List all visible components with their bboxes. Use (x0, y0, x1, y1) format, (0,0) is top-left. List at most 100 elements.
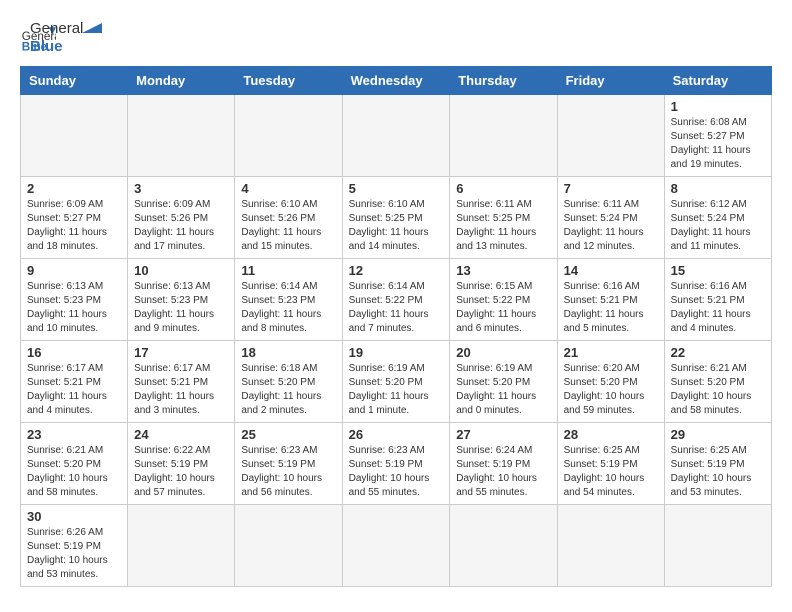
day-number: 3 (134, 181, 228, 196)
day-info: Sunrise: 6:10 AM Sunset: 5:26 PM Dayligh… (241, 198, 335, 254)
calendar-cell: 13 Sunrise: 6:15 AM Sunset: 5:22 PM Dayli… (450, 259, 557, 341)
day-info: Sunrise: 6:13 AM Sunset: 5:23 PM Dayligh… (27, 280, 121, 336)
calendar-cell (128, 505, 235, 587)
day-header-thursday: Thursday (450, 67, 557, 95)
calendar-cell: 10 Sunrise: 6:13 AM Sunset: 5:23 PM Dayli… (128, 259, 235, 341)
calendar-cell (342, 505, 450, 587)
day-info: Sunrise: 6:18 AM Sunset: 5:20 PM Dayligh… (241, 362, 335, 418)
day-info: Sunrise: 6:23 AM Sunset: 5:19 PM Dayligh… (241, 444, 335, 500)
calendar-cell: 4 Sunrise: 6:10 AM Sunset: 5:26 PM Daylig… (235, 177, 342, 259)
day-number: 20 (456, 345, 550, 360)
calendar-cell (450, 95, 557, 177)
day-info: Sunrise: 6:16 AM Sunset: 5:21 PM Dayligh… (671, 280, 765, 336)
day-info: Sunrise: 6:17 AM Sunset: 5:21 PM Dayligh… (134, 362, 228, 418)
calendar-week-0: 1 Sunrise: 6:08 AM Sunset: 5:27 PM Daylig… (21, 95, 772, 177)
calendar-cell (557, 95, 664, 177)
day-info: Sunrise: 6:11 AM Sunset: 5:25 PM Dayligh… (456, 198, 550, 254)
day-header-wednesday: Wednesday (342, 67, 450, 95)
calendar-cell: 5 Sunrise: 6:10 AM Sunset: 5:25 PM Daylig… (342, 177, 450, 259)
logo-blue: Blue (30, 38, 83, 56)
calendar-cell: 23Sunrise: 6:21 AM Sunset: 5:20 PM Dayli… (21, 423, 128, 505)
calendar-cell: 20 Sunrise: 6:19 AM Sunset: 5:20 PM Dayli… (450, 341, 557, 423)
calendar-cell: 22 Sunrise: 6:21 AM Sunset: 5:20 PM Dayli… (664, 341, 771, 423)
day-number: 27 (456, 427, 550, 442)
calendar-cell (450, 505, 557, 587)
day-info: Sunrise: 6:17 AM Sunset: 5:21 PM Dayligh… (27, 362, 121, 418)
calendar-cell: 15 Sunrise: 6:16 AM Sunset: 5:21 PM Dayli… (664, 259, 771, 341)
calendar-cell (664, 505, 771, 587)
day-info: Sunrise: 6:09 AM Sunset: 5:26 PM Dayligh… (134, 198, 228, 254)
day-number: 17 (134, 345, 228, 360)
calendar-week-2: 9Sunrise: 6:13 AM Sunset: 5:23 PM Daylig… (21, 259, 772, 341)
calendar-week-4: 23Sunrise: 6:21 AM Sunset: 5:20 PM Dayli… (21, 423, 772, 505)
calendar-cell: 11 Sunrise: 6:14 AM Sunset: 5:23 PM Dayli… (235, 259, 342, 341)
calendar-cell: 29Sunrise: 6:25 AM Sunset: 5:19 PM Dayli… (664, 423, 771, 505)
day-info: Sunrise: 6:12 AM Sunset: 5:24 PM Dayligh… (671, 198, 765, 254)
day-number: 4 (241, 181, 335, 196)
day-number: 22 (671, 345, 765, 360)
day-info: Sunrise: 6:15 AM Sunset: 5:22 PM Dayligh… (456, 280, 550, 336)
day-info: Sunrise: 6:21 AM Sunset: 5:20 PM Dayligh… (671, 362, 765, 418)
day-info: Sunrise: 6:25 AM Sunset: 5:19 PM Dayligh… (564, 444, 658, 500)
day-number: 19 (349, 345, 444, 360)
day-info: Sunrise: 6:21 AM Sunset: 5:20 PM Dayligh… (27, 444, 121, 500)
calendar-cell (128, 95, 235, 177)
logo-general: General (30, 20, 83, 38)
calendar-cell: 2Sunrise: 6:09 AM Sunset: 5:27 PM Daylig… (21, 177, 128, 259)
calendar-cell: 19 Sunrise: 6:19 AM Sunset: 5:20 PM Dayli… (342, 341, 450, 423)
calendar-cell: 30 Sunrise: 6:26 AM Sunset: 5:19 PM Dayli… (21, 505, 128, 587)
day-number: 25 (241, 427, 335, 442)
calendar-cell: 17 Sunrise: 6:17 AM Sunset: 5:21 PM Dayli… (128, 341, 235, 423)
calendar-week-1: 2Sunrise: 6:09 AM Sunset: 5:27 PM Daylig… (21, 177, 772, 259)
day-info: Sunrise: 6:24 AM Sunset: 5:19 PM Dayligh… (456, 444, 550, 500)
day-info: Sunrise: 6:16 AM Sunset: 5:21 PM Dayligh… (564, 280, 658, 336)
day-number: 1 (671, 99, 765, 114)
day-number: 30 (27, 509, 121, 524)
day-info: Sunrise: 6:14 AM Sunset: 5:23 PM Dayligh… (241, 280, 335, 336)
day-number: 16 (27, 345, 121, 360)
day-info: Sunrise: 6:11 AM Sunset: 5:24 PM Dayligh… (564, 198, 658, 254)
calendar-cell: 27 Sunrise: 6:24 AM Sunset: 5:19 PM Dayli… (450, 423, 557, 505)
day-header-saturday: Saturday (664, 67, 771, 95)
calendar-cell: 28Sunrise: 6:25 AM Sunset: 5:19 PM Dayli… (557, 423, 664, 505)
calendar-header-row: SundayMondayTuesdayWednesdayThursdayFrid… (21, 67, 772, 95)
day-header-monday: Monday (128, 67, 235, 95)
calendar-cell: 12Sunrise: 6:14 AM Sunset: 5:22 PM Dayli… (342, 259, 450, 341)
calendar-cell: 16 Sunrise: 6:17 AM Sunset: 5:21 PM Dayli… (21, 341, 128, 423)
calendar-week-5: 30 Sunrise: 6:26 AM Sunset: 5:19 PM Dayli… (21, 505, 772, 587)
day-number: 18 (241, 345, 335, 360)
day-number: 5 (349, 181, 444, 196)
day-number: 11 (241, 263, 335, 278)
day-info: Sunrise: 6:26 AM Sunset: 5:19 PM Dayligh… (27, 526, 121, 582)
calendar-cell (21, 95, 128, 177)
day-info: Sunrise: 6:23 AM Sunset: 5:19 PM Dayligh… (349, 444, 444, 500)
calendar-header: SundayMondayTuesdayWednesdayThursdayFrid… (21, 67, 772, 95)
calendar-cell (235, 95, 342, 177)
day-info: Sunrise: 6:08 AM Sunset: 5:27 PM Dayligh… (671, 116, 765, 172)
day-number: 7 (564, 181, 658, 196)
day-info: Sunrise: 6:09 AM Sunset: 5:27 PM Dayligh… (27, 198, 121, 254)
day-info: Sunrise: 6:19 AM Sunset: 5:20 PM Dayligh… (349, 362, 444, 418)
logo-triangle-icon (82, 23, 102, 43)
day-number: 10 (134, 263, 228, 278)
day-header-sunday: Sunday (21, 67, 128, 95)
day-info: Sunrise: 6:19 AM Sunset: 5:20 PM Dayligh… (456, 362, 550, 418)
calendar-cell: 7 Sunrise: 6:11 AM Sunset: 5:24 PM Daylig… (557, 177, 664, 259)
day-info: Sunrise: 6:13 AM Sunset: 5:23 PM Dayligh… (134, 280, 228, 336)
header: General Blue General Blue (20, 20, 772, 56)
calendar-cell (235, 505, 342, 587)
calendar-cell: 14 Sunrise: 6:16 AM Sunset: 5:21 PM Dayli… (557, 259, 664, 341)
day-number: 13 (456, 263, 550, 278)
calendar-cell: 8Sunrise: 6:12 AM Sunset: 5:24 PM Daylig… (664, 177, 771, 259)
calendar-cell: 25 Sunrise: 6:23 AM Sunset: 5:19 PM Dayli… (235, 423, 342, 505)
calendar-cell: 3 Sunrise: 6:09 AM Sunset: 5:26 PM Daylig… (128, 177, 235, 259)
day-info: Sunrise: 6:10 AM Sunset: 5:25 PM Dayligh… (349, 198, 444, 254)
calendar-table: SundayMondayTuesdayWednesdayThursdayFrid… (20, 66, 772, 587)
calendar-cell: 6Sunrise: 6:11 AM Sunset: 5:25 PM Daylig… (450, 177, 557, 259)
day-number: 12 (349, 263, 444, 278)
day-header-friday: Friday (557, 67, 664, 95)
day-number: 14 (564, 263, 658, 278)
day-number: 15 (671, 263, 765, 278)
calendar-week-3: 16 Sunrise: 6:17 AM Sunset: 5:21 PM Dayli… (21, 341, 772, 423)
day-number: 24 (134, 427, 228, 442)
